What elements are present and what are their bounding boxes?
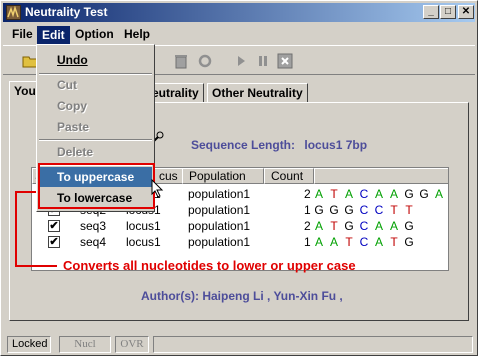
status-locked: Locked [7, 336, 51, 353]
row-checkbox[interactable]: ✔ [48, 220, 60, 232]
nucleotide: G [329, 203, 339, 217]
sequence-length-value: locus1 7bp [304, 138, 368, 152]
nucleotide: G [344, 203, 354, 217]
nucleotide: A [374, 187, 383, 201]
app-window: Neutrality Test _ □ ✕ File Edit Option H… [0, 0, 478, 356]
menu-item-undo[interactable]: Undo [39, 50, 152, 70]
authors: Author(s): Haipeng Li , Yun-Xin Fu , [141, 289, 343, 303]
menu-bar: File Edit Option Help [3, 24, 475, 44]
cell-sequence-name: seq3 [80, 219, 107, 233]
sequence-length: Sequence Length: locus1 7bp [191, 138, 367, 152]
minimize-button[interactable]: _ [423, 5, 439, 19]
col-header-population[interactable]: Population [182, 168, 264, 184]
annotation-text: Converts all nucleotides to lower or upp… [63, 258, 356, 273]
tab-other-neutrality[interactable]: Other Neutrality [207, 83, 308, 103]
nucleotide: C [374, 203, 384, 217]
nucleotide: A [374, 235, 383, 249]
nucleotide: C [359, 235, 369, 249]
col-header-count[interactable]: Count [264, 168, 314, 184]
row-checkbox[interactable]: ✔ [48, 236, 60, 248]
nucleotide: T [405, 203, 413, 217]
cell-population: population1 [188, 203, 251, 217]
app-icon [6, 5, 21, 20]
status-bar: Locked Nucl OVR [3, 335, 475, 354]
cell-locus: locus1 [126, 235, 161, 249]
cell-count: 2 [304, 219, 311, 233]
nucleotide: G [344, 219, 354, 233]
nucleotide: A [314, 187, 323, 201]
nucleotide: G [404, 235, 414, 249]
refresh-icon[interactable] [195, 51, 215, 71]
nucleotide: T [330, 219, 338, 233]
cell-sequence-name: seq4 [80, 235, 107, 249]
menu-item-paste[interactable]: Paste [39, 117, 152, 137]
nucleotide: G [314, 203, 324, 217]
nucleotide: A [329, 235, 338, 249]
cell-count: 2 [304, 187, 311, 201]
cell-locus: locus1 [126, 219, 161, 233]
stop-icon[interactable] [275, 51, 295, 71]
nucleotide: C [359, 219, 369, 233]
trash-icon[interactable] [171, 51, 191, 71]
table-row[interactable]: ✔ seq3 locus1 population1 2 A T G C A A G [32, 218, 448, 234]
window-title: Neutrality Test [25, 5, 108, 19]
nucleotide: A [314, 235, 323, 249]
annotation-bracket [15, 191, 17, 267]
pause-icon[interactable] [253, 51, 273, 71]
nucleotide: T [345, 235, 353, 249]
nucleotide: A [344, 187, 353, 201]
title-bar: Neutrality Test _ □ ✕ [3, 3, 475, 22]
cell-count: 1 [304, 235, 311, 249]
menu-edit[interactable]: Edit [37, 26, 70, 44]
maximize-button[interactable]: □ [440, 5, 456, 19]
status-ovr: OVR [115, 336, 149, 353]
cell-population: population1 [188, 187, 251, 201]
nucleotide: A [314, 219, 323, 233]
cell-population: population1 [188, 235, 251, 249]
menu-file[interactable]: File [8, 26, 37, 44]
nucleotide: C [359, 187, 369, 201]
sequence-length-label: Sequence Length: [191, 138, 296, 152]
table-row[interactable]: ✔ seq4 locus1 population1 1 A A T C A T G [32, 234, 448, 250]
close-button[interactable]: ✕ [458, 5, 474, 19]
nucleotide: G [404, 187, 414, 201]
menu-separator [39, 139, 152, 141]
nucleotide: G [419, 187, 429, 201]
menu-item-cut[interactable]: Cut [39, 75, 152, 95]
nucleotide: A [374, 219, 383, 233]
menu-item-undo-label: Undo [57, 53, 88, 67]
menu-item-delete[interactable]: Delete [39, 142, 152, 162]
tab-neutrality[interactable]: eutrality [147, 83, 204, 103]
status-message [153, 336, 473, 353]
nucleotide: T [390, 235, 398, 249]
cell-count: 1 [304, 203, 311, 217]
annotation-bracket-bottom [15, 265, 57, 267]
cell-population: population1 [188, 219, 251, 233]
col-header-sequence [314, 168, 448, 184]
nucleotide: A [389, 219, 398, 233]
status-nucl: Nucl [59, 336, 111, 353]
edit-menu-dropdown: Undo Cut Copy Paste Delete To uppercase … [36, 44, 155, 212]
annotation-highlight-box [38, 163, 155, 209]
nucleotide: C [359, 203, 369, 217]
menu-help[interactable]: Help [120, 26, 154, 44]
mouse-pointer-icon [151, 179, 164, 198]
menu-item-copy[interactable]: Copy [39, 96, 152, 116]
nucleotide: T [390, 203, 398, 217]
nucleotide: G [404, 219, 414, 233]
nucleotide: A [389, 187, 398, 201]
nucleotide: T [330, 187, 338, 201]
menu-option[interactable]: Option [71, 26, 118, 44]
play-icon[interactable] [231, 51, 251, 71]
nucleotide: A [434, 187, 443, 201]
